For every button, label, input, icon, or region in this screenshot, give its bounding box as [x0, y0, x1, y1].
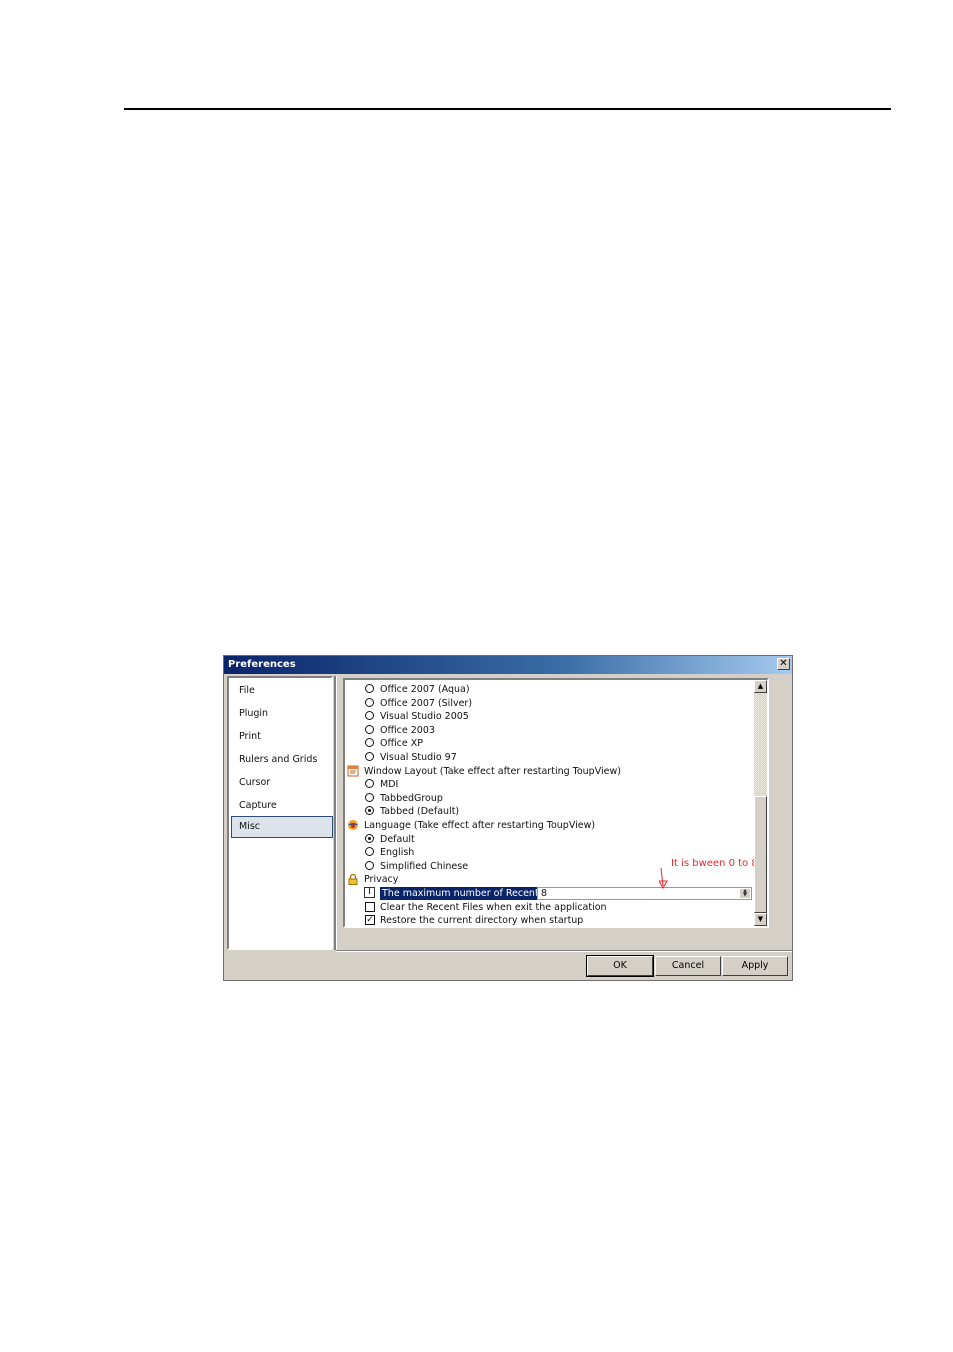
arrow-down-icon: ▼ [757, 915, 764, 923]
radio-button[interactable] [365, 684, 374, 693]
button-bar-divider [336, 950, 792, 952]
max-recent-files-row[interactable]: I The maximum number of Recent Files 8 ▲… [345, 887, 765, 900]
nav-item-label: Cursor [239, 777, 271, 788]
text-cursor-icon: I [364, 887, 375, 898]
option-label: Office 2007 (Silver) [380, 698, 473, 709]
range-annotation: It is bween 0 to 8 [671, 858, 758, 869]
option-label: Visual Studio 97 [380, 752, 457, 763]
radio-button[interactable] [365, 698, 374, 707]
close-icon: ✕ [779, 658, 788, 669]
dialog-title: Preferences [228, 659, 296, 670]
clear-recent-files-checkbox[interactable] [365, 902, 375, 912]
language-icon [347, 819, 359, 831]
option-label: Simplified Chinese [380, 861, 469, 872]
nav-item-label: Plugin [239, 708, 269, 719]
nav-item-capture[interactable]: Capture [231, 795, 333, 817]
cancel-button-label: Cancel [671, 960, 705, 971]
restore-directory-checkbox[interactable]: ✓ [365, 915, 375, 925]
option-label: Clear the Recent Files when exit the app… [380, 902, 607, 913]
category-label: Language (Take effect after restarting T… [364, 820, 596, 831]
option-label: Visual Studio 2005 [380, 711, 469, 722]
arrow-up-icon: ▲ [757, 682, 764, 690]
scrollbar-thumb[interactable] [754, 796, 767, 913]
close-button[interactable]: ✕ [777, 658, 790, 670]
option-label: Tabbed (Default) [380, 806, 460, 817]
option-label: TabbedGroup [380, 793, 443, 804]
lock-icon [347, 873, 359, 885]
radio-button[interactable] [365, 725, 374, 734]
max-recent-files-value: 8 [541, 888, 548, 899]
nav-item-label: File [239, 685, 255, 696]
max-recent-files-input[interactable]: 8 ▲ ▼ [537, 887, 752, 900]
nav-item-label: Print [239, 731, 261, 742]
cancel-button[interactable]: Cancel [655, 956, 721, 976]
apply-button[interactable]: Apply [722, 956, 788, 976]
radio-button[interactable] [365, 711, 374, 720]
nav-item-misc[interactable]: Misc [231, 816, 333, 838]
nav-item-file[interactable]: File [231, 680, 333, 702]
radio-button[interactable] [365, 738, 374, 747]
settings-property-grid: Office 2007 (Aqua) Office 2007 (Silver) … [343, 678, 769, 928]
radio-button-checked[interactable] [365, 806, 374, 815]
radio-button[interactable] [365, 779, 374, 788]
option-label: MDI [380, 779, 399, 790]
nav-item-label: Capture [239, 800, 277, 811]
annotation-arrow [659, 868, 668, 890]
panel-divider [334, 676, 337, 950]
ok-button-label: OK [613, 960, 627, 971]
radio-button-checked[interactable] [365, 834, 374, 843]
window-layout-icon [347, 765, 359, 777]
scroll-up-button[interactable]: ▲ [754, 680, 767, 693]
radio-button[interactable] [365, 793, 374, 802]
apply-button-label: Apply [741, 960, 769, 971]
radio-button[interactable] [365, 861, 374, 870]
category-label: Window Layout (Take effect after restart… [364, 766, 621, 777]
option-label: Office XP [380, 738, 423, 749]
nav-item-label: Misc [239, 821, 261, 832]
scroll-down-button[interactable]: ▼ [754, 913, 767, 926]
page-header-rule [124, 108, 891, 110]
category-list: File Plugin Print Rulers and Grids Curso… [227, 676, 333, 950]
nav-item-plugin[interactable]: Plugin [231, 703, 333, 725]
category-label: Privacy [364, 874, 399, 885]
option-label: Office 2007 (Aqua) [380, 684, 470, 695]
title-bar[interactable]: Preferences ✕ [224, 656, 792, 674]
radio-button[interactable] [365, 752, 374, 761]
vertical-scrollbar[interactable]: ▲ ▼ [754, 680, 767, 926]
nav-item-cursor[interactable]: Cursor [231, 772, 333, 794]
ok-button[interactable]: OK [586, 955, 654, 977]
nav-item-print[interactable]: Print [231, 726, 333, 748]
spin-button[interactable]: ▲ ▼ [740, 889, 750, 898]
option-label: Office 2003 [380, 725, 435, 736]
option-label: Default [380, 834, 415, 845]
radio-button[interactable] [365, 847, 374, 856]
preferences-dialog: Preferences ✕ File Plugin Print Rulers a… [223, 655, 793, 981]
nav-item-label: Rulers and Grids [239, 754, 318, 765]
nav-item-rulers-and-grids[interactable]: Rulers and Grids [231, 749, 333, 771]
option-label: Restore the current directory when start… [380, 915, 584, 926]
option-label: English [380, 847, 415, 858]
